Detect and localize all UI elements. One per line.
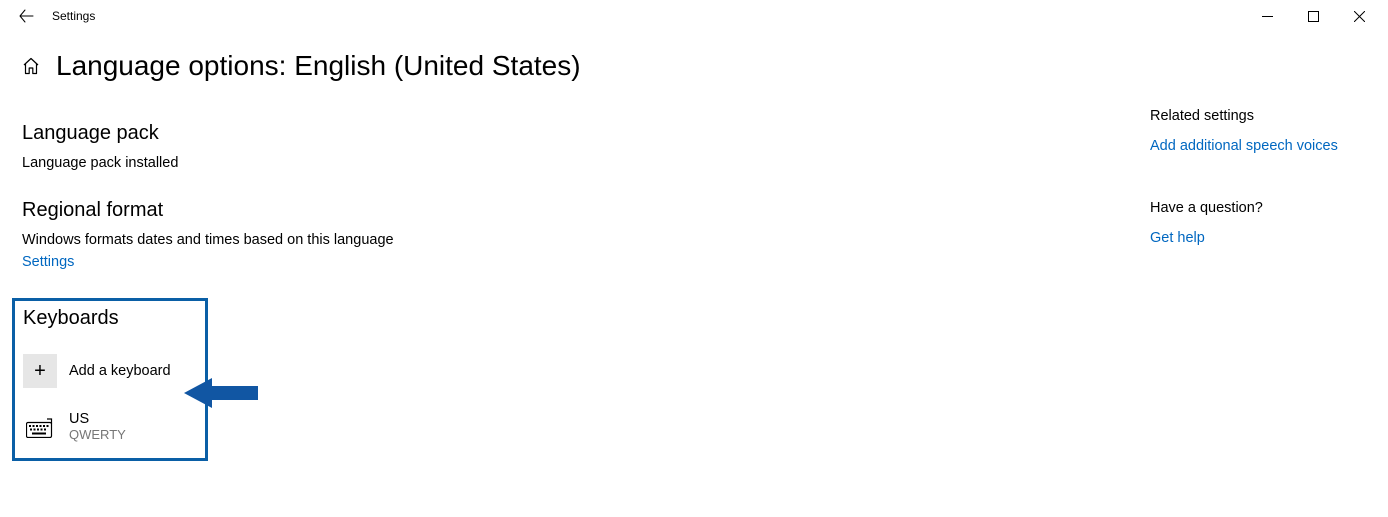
page-header: Language options: English (United States… (0, 32, 1388, 82)
language-pack-status: Language pack installed (22, 155, 722, 171)
titlebar: Settings (0, 0, 1388, 32)
plus-icon: + (23, 354, 57, 388)
main-column: Language pack Language pack installed Re… (22, 122, 722, 461)
minimize-icon (1262, 11, 1273, 22)
window-title: Settings (52, 9, 95, 23)
maximize-button[interactable] (1290, 0, 1336, 32)
add-keyboard-label: Add a keyboard (69, 363, 171, 379)
maximize-icon (1308, 11, 1319, 22)
minimize-button[interactable] (1244, 0, 1290, 32)
have-question-heading: Have a question? (1150, 200, 1370, 216)
regional-format-desc: Windows formats dates and times based on… (22, 232, 722, 248)
page-title: Language options: English (United States… (56, 50, 581, 82)
regional-format-settings-link[interactable]: Settings (22, 254, 722, 270)
right-column: Related settings Add additional speech v… (1150, 108, 1370, 246)
back-arrow-icon (19, 9, 34, 23)
add-speech-voices-link[interactable]: Add additional speech voices (1150, 138, 1370, 154)
close-icon (1354, 11, 1365, 22)
keyboard-item[interactable]: US QWERTY (23, 410, 197, 444)
window-controls (1244, 0, 1382, 32)
related-settings-heading: Related settings (1150, 108, 1370, 124)
regional-format-heading: Regional format (22, 199, 722, 222)
language-pack-heading: Language pack (22, 122, 722, 145)
keyboard-item-text: US QWERTY (69, 411, 126, 443)
keyboard-layout: QWERTY (69, 428, 126, 443)
home-icon (22, 57, 40, 75)
close-button[interactable] (1336, 0, 1382, 32)
keyboard-name: US (69, 411, 126, 428)
get-help-link[interactable]: Get help (1150, 230, 1370, 246)
keyboards-heading: Keyboards (17, 307, 197, 330)
back-button[interactable] (6, 0, 46, 32)
keyboards-highlight-box: Keyboards + Add a keyboard US (12, 298, 208, 461)
keyboard-icon (23, 410, 57, 444)
add-keyboard-button[interactable]: + Add a keyboard (23, 354, 197, 388)
home-button[interactable] (20, 55, 42, 77)
